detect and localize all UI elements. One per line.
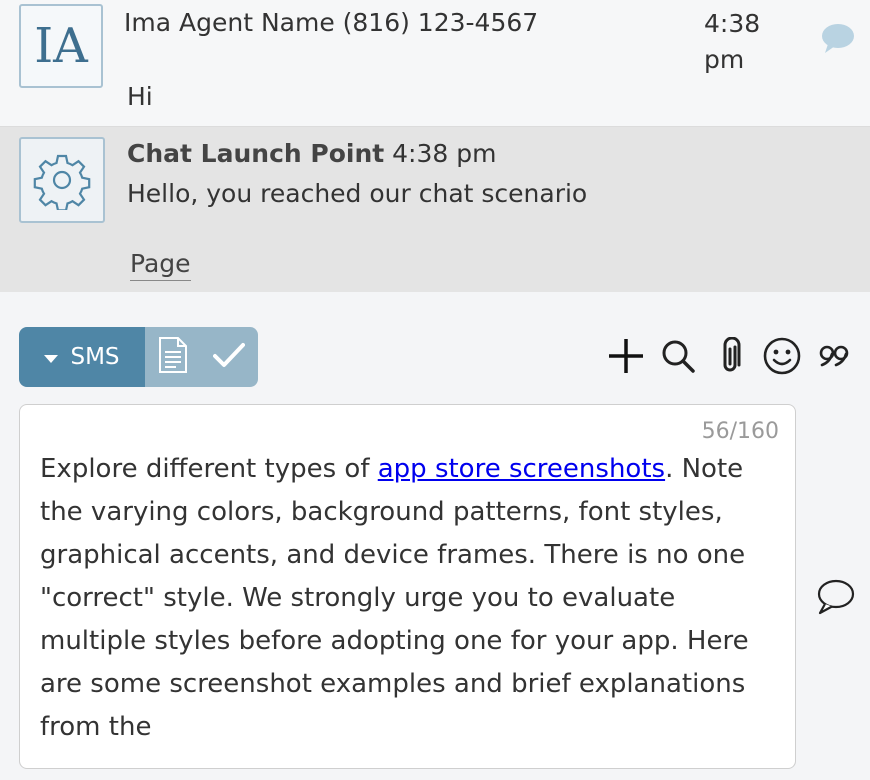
composer-text-end: . Note the varying colors, background pa… [40, 454, 749, 742]
composer-tools [600, 336, 860, 380]
speech-bubble-icon [815, 579, 855, 620]
plus-icon [607, 337, 645, 379]
chat-bubble-icon [820, 22, 856, 58]
search-button[interactable] [652, 336, 704, 380]
quote-icon [818, 344, 850, 372]
message-sender: Chat Launch Point [127, 139, 385, 168]
message-composer[interactable]: 56/160 Explore different types of app st… [19, 404, 796, 769]
paperclip-icon [717, 336, 743, 379]
search-icon [660, 338, 696, 378]
message-text: Hi [127, 82, 153, 111]
message-header: Chat Launch Point 4:38 pm [127, 139, 496, 168]
channel-label: SMS [70, 344, 120, 370]
comment-button[interactable] [815, 578, 855, 620]
message-time: 4:38 pm [392, 139, 497, 168]
approve-button[interactable] [201, 327, 257, 387]
message-text: Hello, you reached our chat scenario [127, 179, 588, 208]
agent-message: IA Ima Agent Name (816) 123-4567 4:38 pm… [0, 0, 870, 127]
character-counter: 56/160 [701, 419, 779, 444]
composer-text[interactable]: Explore different types of app store scr… [40, 448, 785, 749]
message-sender: Ima Agent Name (816) 123-4567 [124, 8, 539, 37]
document-icon [158, 336, 188, 378]
channel-segmented-control: SMS [19, 327, 258, 387]
attach-button[interactable] [704, 336, 756, 380]
emoji-button[interactable] [756, 336, 808, 380]
checkmark-icon [213, 342, 245, 372]
composer-text-start: Explore different types of [40, 454, 378, 484]
quote-button[interactable] [808, 336, 860, 380]
add-button[interactable] [600, 336, 652, 380]
smiley-icon [762, 336, 802, 380]
system-message: Chat Launch Point 4:38 pm Hello, you rea… [0, 127, 870, 292]
template-button[interactable] [145, 327, 201, 387]
gear-icon [19, 137, 105, 223]
app-store-screenshots-link[interactable]: app store screenshots [378, 454, 665, 484]
avatar: IA [19, 4, 103, 88]
page-link[interactable]: Page [130, 249, 191, 281]
message-time: 4:38 pm [704, 9, 761, 74]
sms-channel-dropdown[interactable]: SMS [19, 327, 145, 387]
caret-down-icon [44, 344, 59, 370]
